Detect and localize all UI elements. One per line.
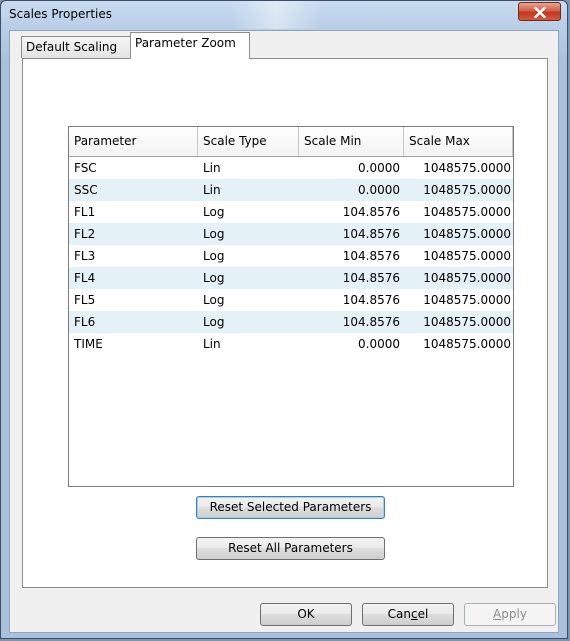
table-row[interactable]: FL1 Log 104.8576 1048575.0000 [69, 201, 513, 223]
scale-type-cell[interactable]: Lin [198, 157, 299, 179]
scale-type-cell[interactable]: Lin [198, 179, 299, 201]
parameter-cell[interactable]: TIME [69, 333, 198, 355]
parameter-cell[interactable]: FL3 [69, 245, 198, 267]
table-row[interactable]: FL6 Log 104.8576 1048575.0000 [69, 311, 513, 333]
scale-min-cell[interactable]: 104.8576 [299, 311, 404, 333]
scale-type-cell[interactable]: Log [198, 245, 299, 267]
scale-max-cell[interactable]: 1048575.0000 [404, 223, 513, 245]
close-icon [534, 7, 546, 18]
cancel-button[interactable]: Cancel [362, 603, 454, 626]
scale-type-cell[interactable]: Log [198, 311, 299, 333]
grid-body: FSC Lin 0.0000 1048575.0000 SSC Lin 0.0000 1048… [69, 157, 513, 355]
cancel-mnemonic: c [411, 607, 418, 621]
title-bar[interactable]: Scales Properties [1, 1, 567, 29]
grid-header: Parameter Scale Type Scale Min Scale Max [69, 127, 513, 157]
scale-min-cell[interactable]: 0.0000 [299, 179, 404, 201]
window-title: Scales Properties [9, 7, 112, 21]
parameter-cell[interactable]: FL5 [69, 289, 198, 311]
apply-button[interactable]: Apply [464, 603, 556, 626]
tab-parameter-zoom[interactable]: Parameter Zoom [130, 32, 250, 59]
cancel-label-prefix: Can [387, 607, 411, 621]
table-row[interactable]: FSC Lin 0.0000 1048575.0000 [69, 157, 513, 179]
close-button[interactable] [518, 2, 561, 21]
table-row[interactable]: FL5 Log 104.8576 1048575.0000 [69, 289, 513, 311]
column-header-scale-max[interactable]: Scale Max [404, 127, 513, 156]
column-header-scale-min[interactable]: Scale Min [299, 127, 404, 156]
parameter-cell[interactable]: FL2 [69, 223, 198, 245]
scale-max-cell[interactable]: 1048575.0000 [404, 267, 513, 289]
tab-default-scaling[interactable]: Default Scaling [21, 36, 131, 58]
parameter-cell[interactable]: FL4 [69, 267, 198, 289]
scale-min-cell[interactable]: 104.8576 [299, 245, 404, 267]
scale-min-cell[interactable]: 104.8576 [299, 267, 404, 289]
scale-max-cell[interactable]: 1048575.0000 [404, 311, 513, 333]
scale-max-cell[interactable]: 1048575.0000 [404, 333, 513, 355]
table-row[interactable]: FL4 Log 104.8576 1048575.0000 [69, 267, 513, 289]
scale-type-cell[interactable]: Lin [198, 333, 299, 355]
table-row[interactable]: FL2 Log 104.8576 1048575.0000 [69, 223, 513, 245]
scale-type-cell[interactable]: Log [198, 289, 299, 311]
scale-type-cell[interactable]: Log [198, 223, 299, 245]
scale-min-cell[interactable]: 104.8576 [299, 201, 404, 223]
scale-max-cell[interactable]: 1048575.0000 [404, 157, 513, 179]
table-row[interactable]: FL3 Log 104.8576 1048575.0000 [69, 245, 513, 267]
parameter-cell[interactable]: FL6 [69, 311, 198, 333]
scale-max-cell[interactable]: 1048575.0000 [404, 201, 513, 223]
parameter-cell[interactable]: FSC [69, 157, 198, 179]
parameter-cell[interactable]: SSC [69, 179, 198, 201]
parameter-cell[interactable]: FL1 [69, 201, 198, 223]
column-header-scale-type[interactable]: Scale Type [198, 127, 299, 156]
column-header-parameter[interactable]: Parameter [69, 127, 198, 156]
scale-min-cell[interactable]: 104.8576 [299, 223, 404, 245]
scale-type-cell[interactable]: Log [198, 201, 299, 223]
scale-type-cell[interactable]: Log [198, 267, 299, 289]
cancel-label-suffix: el [417, 607, 429, 621]
reset-selected-parameters-button[interactable]: Reset Selected Parameters [196, 496, 385, 519]
scale-min-cell[interactable]: 0.0000 [299, 157, 404, 179]
title-bar-glow [231, 1, 321, 29]
ok-button[interactable]: OK [260, 603, 352, 626]
table-row[interactable]: TIME Lin 0.0000 1048575.0000 [69, 333, 513, 355]
scale-max-cell[interactable]: 1048575.0000 [404, 245, 513, 267]
reset-all-parameters-button[interactable]: Reset All Parameters [196, 537, 385, 560]
table-row[interactable]: SSC Lin 0.0000 1048575.0000 [69, 179, 513, 201]
parameter-grid[interactable]: Parameter Scale Type Scale Min Scale Max… [68, 126, 514, 487]
scale-min-cell[interactable]: 0.0000 [299, 333, 404, 355]
scale-max-cell[interactable]: 1048575.0000 [404, 179, 513, 201]
scale-min-cell[interactable]: 104.8576 [299, 289, 404, 311]
apply-label-suffix: pply [501, 607, 527, 621]
scale-max-cell[interactable]: 1048575.0000 [404, 289, 513, 311]
